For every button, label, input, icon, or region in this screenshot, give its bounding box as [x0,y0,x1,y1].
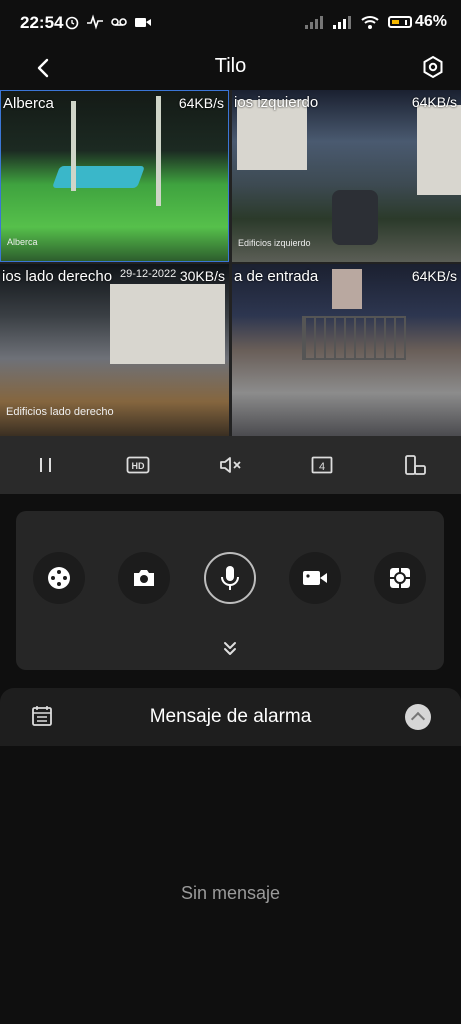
page-title: Tilo [214,55,247,77]
empty-message: Sin mensaje [180,883,281,903]
camera-tile-2[interactable]: ios izquierdo 64KB/s Edificios izquierdo [232,90,461,262]
building-shape [417,105,461,195]
camera-osd: Edificios lado derecho [6,406,114,418]
camera-label: a de entrada [234,268,319,285]
camera-grid: Alberca 64KB/s Alberca ios izquierdo 64K… [0,90,461,436]
car-shape [332,190,378,245]
split-label: 4 [319,461,325,473]
camera-label: Alberca [3,95,54,112]
top-bar: Tilo [0,46,461,90]
microphone-icon [221,566,239,590]
hd-label: HD [132,461,145,471]
building-shape [110,284,225,364]
rotate-device-icon [405,455,426,475]
status-left-icons [64,14,152,30]
pool-shape [51,166,146,188]
camera-bitrate: 30KB/s [179,268,225,284]
ptz-button[interactable] [33,552,85,604]
camera-tile-1[interactable]: Alberca 64KB/s Alberca [0,90,229,262]
target-button[interactable] [374,552,426,604]
hd-button[interactable]: HD [125,452,151,478]
pulse-icon [87,14,103,30]
building-shape [332,269,362,309]
mute-button[interactable] [217,452,243,478]
status-time: 22:54 [20,13,64,32]
rotate-button[interactable] [402,452,428,478]
camera-label: ios izquierdo [234,94,319,111]
camera-bitrate: 64KB/s [411,268,457,284]
mute-icon [220,457,241,473]
ptz-icon [48,567,70,589]
signal-icon [332,16,351,29]
alarm-icon [65,16,79,30]
split-icon: 4 [311,456,333,474]
status-bar: 22:54 46% [0,0,461,46]
camera-osd: Edificios izquierdo [238,238,311,248]
snapshot-button[interactable] [118,552,170,604]
alarm-title: Mensaje de alarma [149,706,312,727]
settings-button[interactable] [421,55,445,79]
record-icon [303,571,327,585]
camera-bitrate: 64KB/s [178,95,224,111]
target-icon [390,568,410,588]
battery-level: 46% [414,13,447,30]
expand-chevron-icon[interactable] [219,639,241,659]
action-panel [16,511,444,670]
split-view-button[interactable]: 4 [309,452,335,478]
pause-button[interactable] [33,452,59,478]
palm-trunk [71,101,76,191]
gate-shape [302,316,406,360]
status-right-icons: 46% [304,13,447,31]
pause-icon [40,458,51,472]
camera-bitrate: 64KB/s [411,94,457,110]
camera-date: 29-12-2022 [120,268,177,280]
battery-icon [387,16,412,28]
snapshot-icon [134,570,154,586]
camera-label: ios lado derecho [2,268,113,285]
signal-icon [304,16,323,29]
video-icon [135,18,151,27]
camera-tile-4[interactable]: a de entrada 64KB/s [232,264,461,436]
camera-osd: Alberca [7,237,38,247]
wifi-icon [361,16,379,29]
record-button[interactable] [289,552,341,604]
talk-button[interactable] [204,552,256,604]
hd-icon: HD [126,456,150,474]
collapse-button[interactable] [405,704,431,730]
voicemail-icon [111,18,127,26]
alarm-header: Mensaje de alarma [0,688,461,746]
palm-trunk [156,96,161,206]
playback-controls: HD 4 [0,436,461,494]
camera-tile-3[interactable]: ios lado derecho 29-12-2022 30KB/s Edifi… [0,264,229,436]
